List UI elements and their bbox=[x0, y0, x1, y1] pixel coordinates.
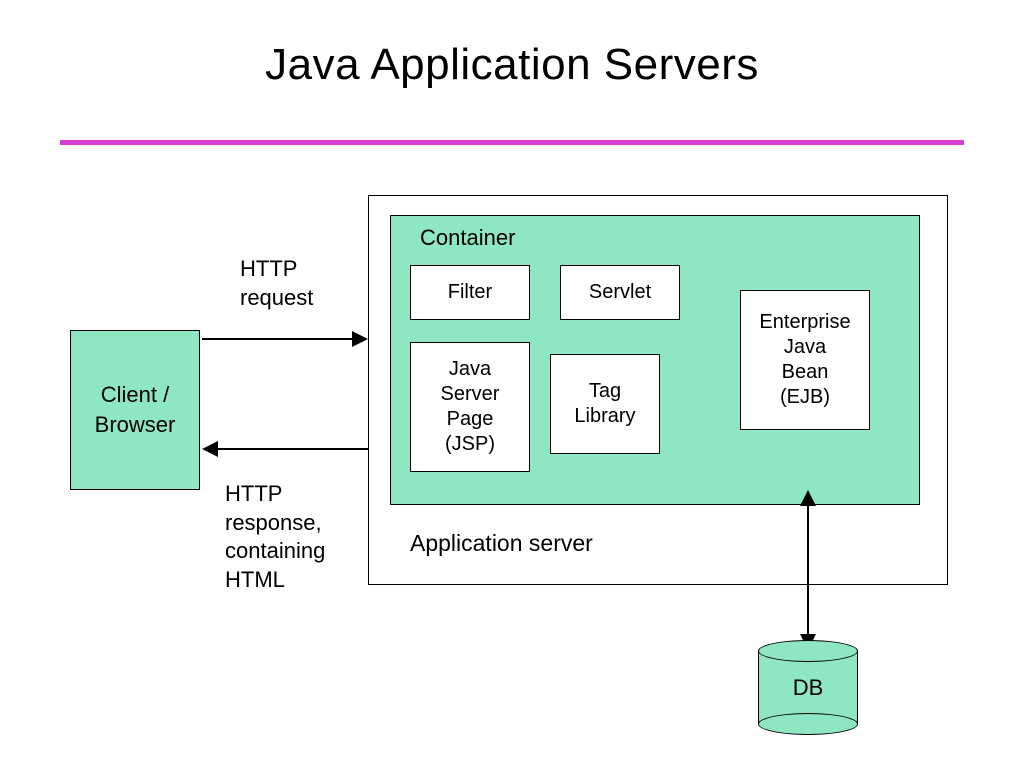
ejb-db-arrow-line bbox=[807, 506, 809, 634]
request-arrow-head-icon bbox=[352, 331, 368, 347]
ejb-box: EnterpriseJavaBean(EJB) bbox=[740, 290, 870, 430]
application-server-label: Application server bbox=[410, 530, 593, 557]
title-underline bbox=[60, 140, 964, 145]
request-arrow-line bbox=[202, 338, 352, 340]
http-request-label: HTTPrequest bbox=[240, 255, 313, 312]
container-label: Container bbox=[420, 225, 515, 251]
client-browser-label: Client / Browser bbox=[77, 380, 193, 439]
db-cylinder: DB bbox=[758, 640, 858, 735]
slide: Java Application Servers Client / Browse… bbox=[0, 0, 1024, 768]
jsp-label: JavaServerPage(JSP) bbox=[441, 357, 500, 457]
slide-title: Java Application Servers bbox=[0, 40, 1024, 90]
servlet-box: Servlet bbox=[560, 265, 680, 320]
response-arrow-head-icon bbox=[202, 441, 218, 457]
jsp-box: JavaServerPage(JSP) bbox=[410, 342, 530, 472]
response-arrow-line bbox=[218, 448, 368, 450]
servlet-label: Servlet bbox=[589, 280, 651, 305]
filter-label: Filter bbox=[448, 280, 492, 305]
http-response-label: HTTPresponse,containingHTML bbox=[225, 480, 325, 594]
tag-library-box: TagLibrary bbox=[550, 354, 660, 454]
db-label: DB bbox=[758, 640, 858, 735]
ejb-db-arrow-up-icon bbox=[800, 490, 816, 506]
client-browser-box: Client / Browser bbox=[70, 330, 200, 490]
tag-library-label: TagLibrary bbox=[574, 379, 635, 429]
filter-box: Filter bbox=[410, 265, 530, 320]
ejb-label: EnterpriseJavaBean(EJB) bbox=[759, 310, 850, 410]
